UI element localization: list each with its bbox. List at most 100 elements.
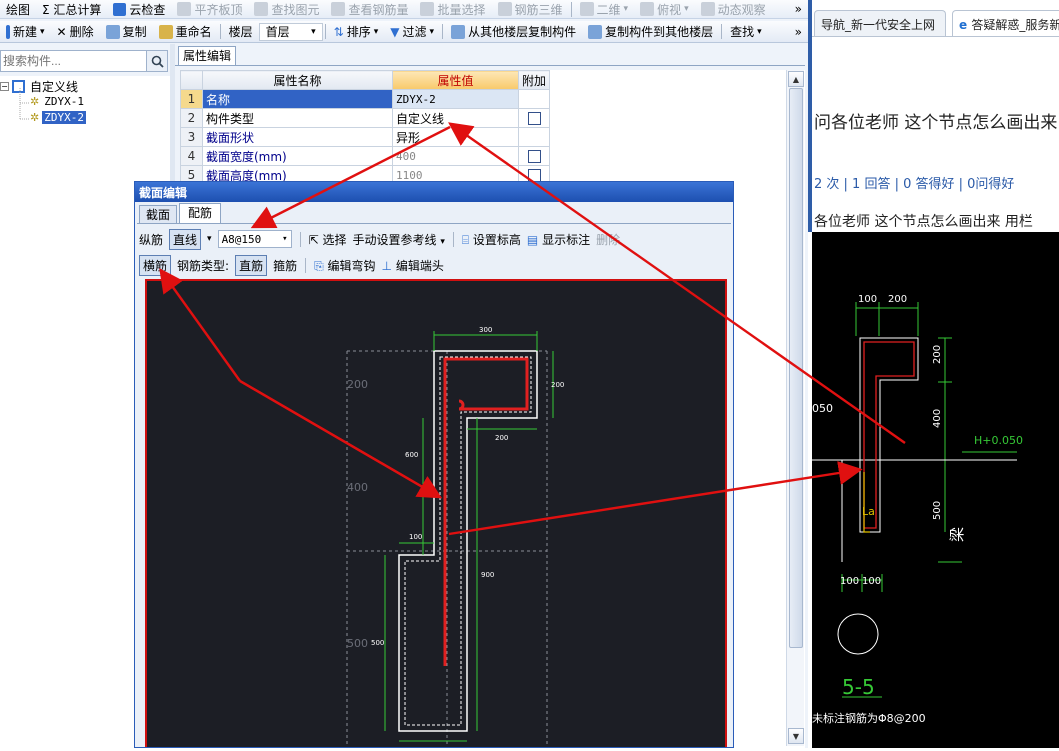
edit-hook-button[interactable]: ⎘ 编辑弯钩: [314, 257, 375, 274]
rename-icon: [158, 24, 173, 39]
question-body: 各位老师 这个节点怎么画出来 用栏: [814, 214, 1033, 230]
toolbar-item-rebar-qty[interactable]: 查看钢筋量: [325, 0, 414, 18]
cad-dim-400-side: 400: [932, 409, 943, 428]
tree-lines: [19, 88, 30, 120]
straight-line-dropdown[interactable]: ▾: [207, 234, 212, 244]
scroll-up-button[interactable]: ▲: [788, 71, 804, 87]
copy-icon: [105, 24, 120, 39]
search-button[interactable]: [146, 51, 167, 71]
grid-label-500: 500: [347, 637, 368, 650]
component-search-input[interactable]: [0, 50, 168, 72]
property-name-cell: 截面形状: [202, 127, 393, 147]
cad-elevation-label: H+0.050: [974, 434, 1023, 447]
header-property-value[interactable]: 属性值: [392, 70, 519, 90]
dialog-tab-divider: [137, 223, 731, 224]
table-row[interactable]: 4 截面宽度(mm) 400: [180, 146, 551, 166]
cad-dim-100-bottom-b: 100: [862, 576, 881, 587]
table-row[interactable]: 2 构件类型 自定义线: [180, 108, 551, 128]
end-icon: ⊥: [381, 258, 392, 273]
toolbar-item-orbit[interactable]: 动态观察: [695, 0, 772, 18]
copy-button[interactable]: 复制: [100, 21, 153, 42]
grid-corner: [180, 70, 203, 90]
rebar-type-label: 钢筋类型:: [177, 258, 230, 273]
2d-icon: [579, 2, 594, 16]
toolbar-separator: [299, 231, 301, 247]
edit-end-button[interactable]: ⊥ 编辑端头: [382, 257, 444, 274]
copy-from-floor-button[interactable]: 从其他楼层复制构件: [445, 21, 582, 42]
browser-tab-nav[interactable]: 导航_新一代安全上网: [814, 10, 946, 36]
rebar-spec-select[interactable]: A8@150 ▾: [217, 230, 292, 248]
toolbar-item-2d[interactable]: 二维 ▾: [574, 0, 635, 18]
sort-button[interactable]: ⇅ 排序 ▾: [328, 21, 385, 42]
new-button[interactable]: 新建 ▾: [0, 21, 51, 42]
browser-tab-divider: [812, 36, 1059, 37]
toolbar-item-sum[interactable]: Σ 汇总计算: [36, 0, 107, 18]
toolbar-item-batch-select[interactable]: 批量选择: [414, 0, 491, 18]
grid-label-400: 400: [347, 481, 368, 494]
toolbar-item-topview[interactable]: 俯视 ▾: [634, 0, 695, 18]
property-value-cell[interactable]: 自定义线: [392, 108, 519, 128]
cad-dim-100-bottom-a: 100: [840, 576, 859, 587]
show-annotation-button[interactable]: ▤ 显示标注: [527, 231, 590, 248]
copy-to-floor-button[interactable]: 复制构件到其他楼层: [582, 21, 719, 42]
row-number: 3: [180, 127, 203, 147]
cloud-check-icon: [113, 2, 127, 16]
filter-button[interactable]: ▼ 过滤 ▾: [384, 21, 440, 42]
tab-property-edit[interactable]: 属性编辑: [178, 46, 236, 66]
toolbar-separator: [305, 257, 307, 273]
dialog-title: 截面编辑: [135, 182, 733, 202]
toolbar-overflow[interactable]: »: [789, 0, 808, 18]
property-name-cell: 构件类型: [202, 108, 393, 128]
toolbar-item-draw[interactable]: 绘图: [0, 0, 36, 18]
find-button[interactable]: 查找 ▾: [724, 21, 768, 42]
property-scrollbar[interactable]: ▲ ▼: [786, 70, 804, 746]
row-number: 2: [180, 108, 203, 128]
toolbar2-overflow[interactable]: »: [789, 21, 808, 42]
cursor-icon: ⇱: [308, 232, 319, 247]
property-value-cell[interactable]: 400: [392, 146, 519, 166]
extra-checkbox[interactable]: [527, 150, 541, 163]
toolbar-item-rebar-3d[interactable]: 钢筋三维: [492, 0, 569, 18]
header-property-name[interactable]: 属性名称: [202, 70, 393, 90]
transverse-rebar-button[interactable]: 横筋: [139, 254, 172, 276]
scroll-down-button[interactable]: ▼: [788, 728, 804, 744]
set-elevation-button[interactable]: ⌸ 设置标高: [462, 231, 521, 248]
header-extra[interactable]: 附加: [517, 70, 551, 90]
question-meta[interactable]: 2 次 | 1 回答 | 0 答得好 | 0问得好: [814, 173, 1014, 192]
select-button[interactable]: ⇱ 选择: [309, 231, 347, 248]
toolbar-item-find-element[interactable]: 查找图元: [248, 0, 325, 18]
toolbar-separator: [324, 24, 326, 39]
toolbar-item-cloud-check[interactable]: 云检查: [107, 0, 171, 18]
rename-button[interactable]: 重命名: [153, 21, 218, 42]
component-toolbar: 新建 ▾ ✕ 删除 复制 重命名 楼层 首层 ▾ ⇅ 排序 ▾ ▼ 过滤 ▾ 从其他楼层复制构…: [0, 21, 808, 43]
floor-select[interactable]: 首层 ▾: [258, 22, 323, 41]
dim-200-right: 200: [551, 381, 564, 389]
extra-checkbox[interactable]: [527, 112, 541, 125]
cad-dim-200-side: 200: [932, 345, 943, 364]
property-value-cell[interactable]: 异形: [392, 127, 519, 147]
copy-from-floor-icon: [451, 24, 466, 39]
toolbar-item-align-slab[interactable]: 平齐板顶: [171, 0, 248, 18]
table-row[interactable]: 1 名称 ZDYX-2: [180, 89, 551, 109]
straight-line-button[interactable]: 直线: [169, 228, 202, 250]
tab-section[interactable]: 截面: [139, 205, 177, 224]
toolbar-separator: [721, 24, 723, 39]
section-canvas[interactable]: 300 200 200 600 100 900 500 200 200 400 …: [145, 279, 727, 747]
cad-dim-500-side: 500: [932, 501, 943, 520]
browser-tab-qa[interactable]: e 答疑解惑_服务新: [952, 10, 1059, 36]
manual-ref-line-button[interactable]: 手动设置参考线 ▾: [352, 231, 444, 248]
property-value-cell[interactable]: ZDYX-2: [392, 89, 519, 109]
scroll-thumb[interactable]: [789, 88, 803, 648]
cad-note: 未标注钢筋为Φ8@200: [812, 711, 926, 725]
orbit-icon: [700, 2, 715, 16]
straight-rebar-button[interactable]: 直筋: [235, 254, 268, 276]
delete-button[interactable]: ✕ 删除: [51, 21, 100, 42]
section-edit-dialog: 截面编辑 截面 配筋 纵筋 直线 ▾ A8@150 ▾ ⇱ 选择 手动设置参考线 ▾…: [134, 181, 734, 748]
delete-rebar-button[interactable]: 删除: [596, 231, 620, 248]
row-number: 1: [180, 89, 203, 109]
stirrup-button[interactable]: 箍筋: [273, 257, 297, 274]
table-row[interactable]: 3 截面形状 异形: [180, 127, 551, 147]
tab-rebar[interactable]: 配筋: [179, 203, 221, 224]
sort-icon: ⇅: [333, 24, 344, 39]
longitudinal-label: 纵筋: [139, 232, 164, 247]
